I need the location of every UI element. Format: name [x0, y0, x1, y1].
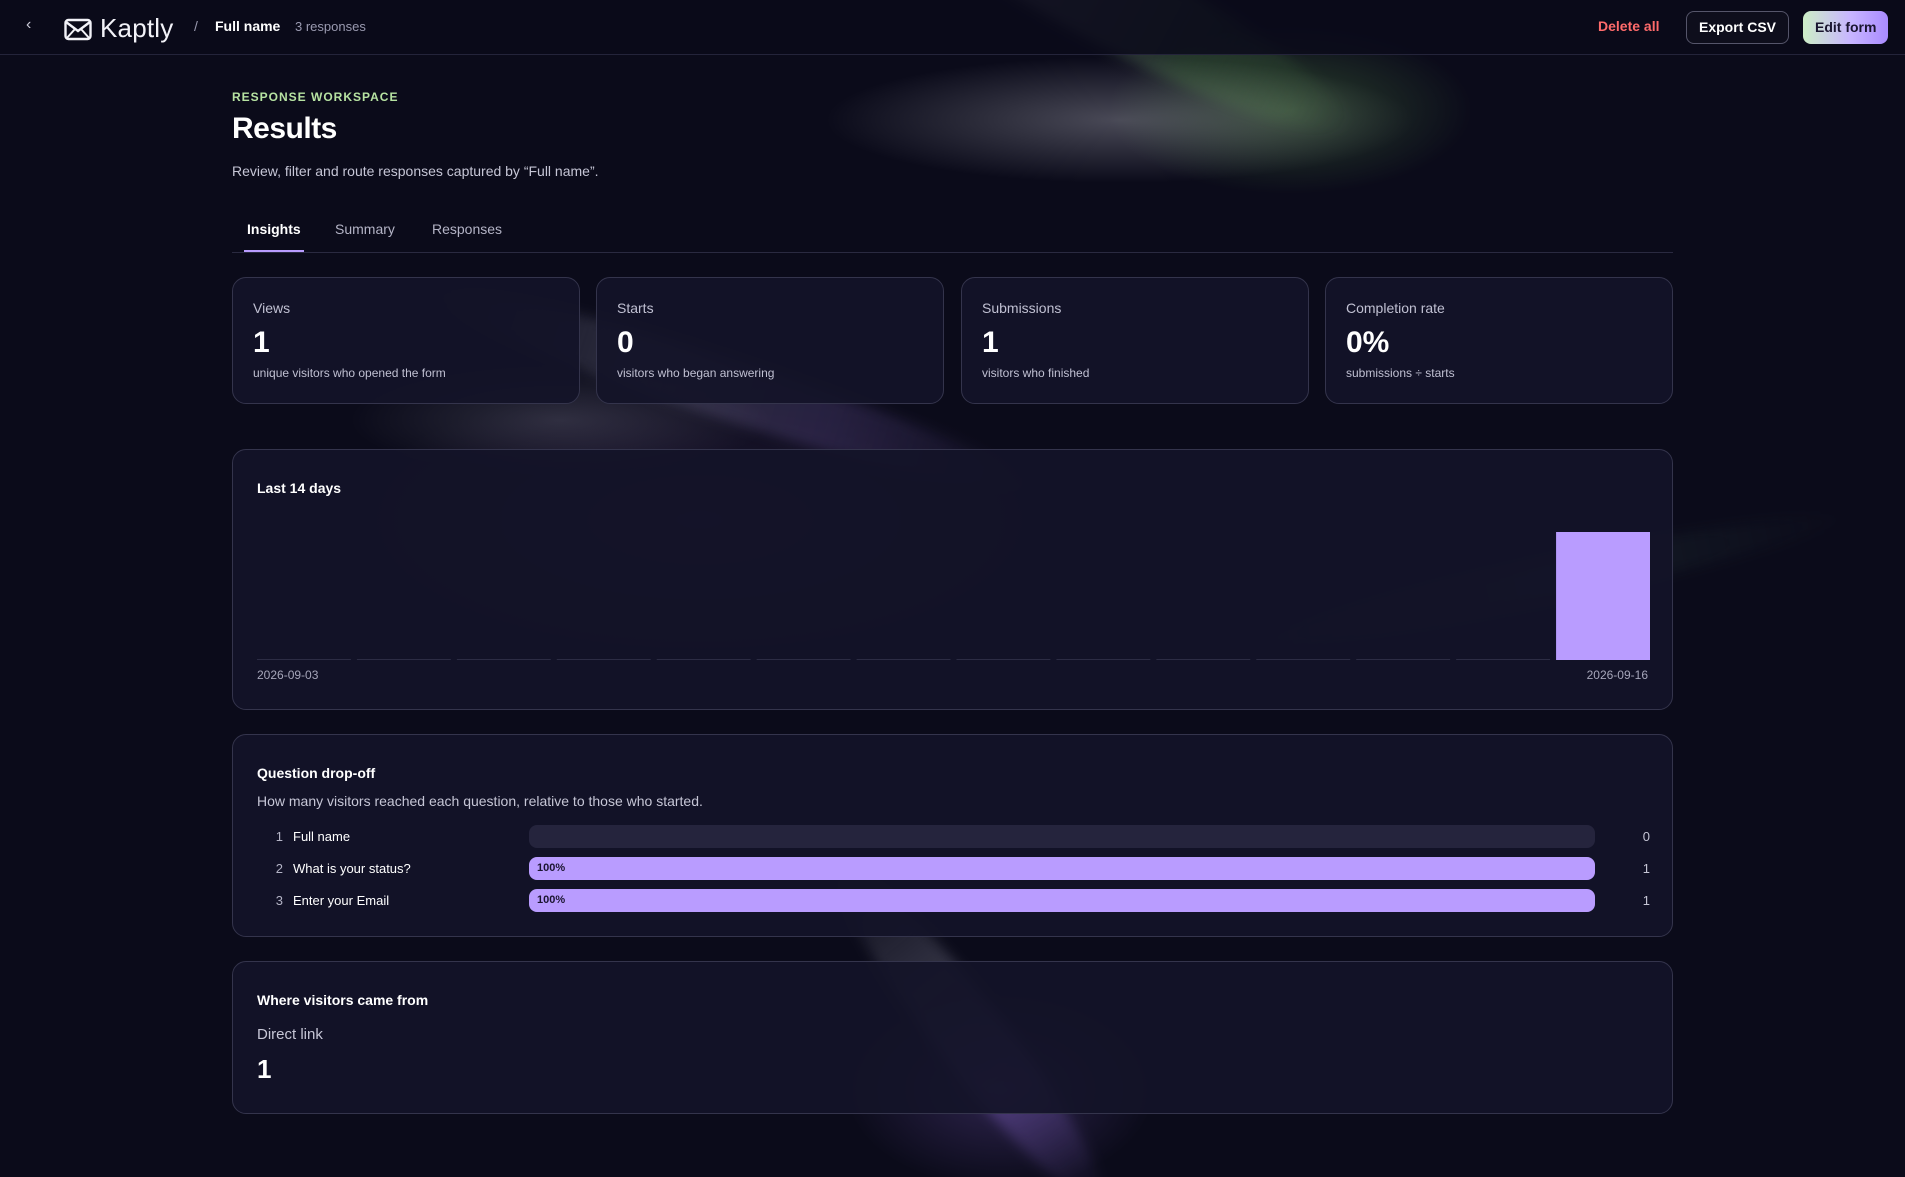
bar-baseline — [1156, 659, 1251, 660]
page-title: Results — [232, 112, 337, 145]
tab-insights[interactable]: Insights — [247, 221, 301, 237]
stat-caption: visitors who began answering — [617, 366, 775, 380]
tab-summary[interactable]: Summary — [335, 221, 395, 237]
chart-bar-2026-09-16[interactable] — [1556, 532, 1650, 660]
dropoff-count: 1 — [1642, 861, 1650, 876]
bar-baseline — [1356, 659, 1451, 660]
stat-value: 0% — [1346, 326, 1390, 359]
dropoff-row: 2 What is your status? 100% 1 — [257, 857, 1650, 881]
stat-card-submissions: Submissions 1 visitors who finished — [961, 277, 1309, 404]
stat-card-starts: Starts 0 visitors who began answering — [596, 277, 944, 404]
stat-caption: unique visitors who opened the form — [253, 366, 446, 380]
question-label: Full name — [293, 829, 351, 844]
dropoff-count: 1 — [1642, 893, 1650, 908]
breadcrumb-form-name[interactable]: Full name — [215, 18, 280, 34]
delete-all-button[interactable]: Delete all — [1598, 18, 1659, 34]
response-count: 3 responses — [295, 19, 366, 34]
dropoff-bar-track: 100% — [529, 857, 1595, 880]
bar-baseline — [356, 659, 451, 660]
x-axis-start-label: 2026-09-03 — [257, 668, 319, 682]
question-number: 1 — [275, 829, 283, 844]
brand-name: Kaptly — [100, 13, 174, 43]
stat-value: 1 — [253, 326, 270, 359]
active-tab-indicator — [244, 250, 304, 252]
bar-baseline — [956, 659, 1051, 660]
question-label: What is your status? — [293, 861, 411, 876]
bar-baseline — [556, 659, 651, 660]
dropoff-bar-fill: 100% — [529, 857, 1595, 880]
dropoff-bar-track: 100% — [529, 889, 1595, 912]
dropoff-title: Question drop-off — [257, 765, 376, 781]
stat-value: 1 — [982, 326, 999, 359]
dropoff-description: How many visitors reached each question,… — [257, 793, 703, 809]
traffic-sources-card: Where visitors came from Direct link 1 — [232, 961, 1673, 1114]
edit-form-button[interactable]: Edit form — [1803, 11, 1889, 44]
stat-label: Starts — [617, 300, 654, 316]
bar-baseline — [257, 659, 351, 660]
question-number: 2 — [275, 861, 283, 876]
bar-baseline — [1256, 659, 1351, 660]
bar-baseline — [856, 659, 951, 660]
dropoff-row: 1 Full name 0 — [257, 825, 1650, 849]
stat-caption: submissions ÷ starts — [1346, 366, 1455, 380]
stat-card-views: Views 1 unique visitors who opened the f… — [232, 277, 580, 404]
kaptly-logo-icon — [64, 18, 92, 40]
bar-baseline — [756, 659, 851, 660]
dropoff-percent: 100% — [537, 894, 566, 906]
tab-responses[interactable]: Responses — [432, 221, 502, 237]
dropoff-row: 3 Enter your Email 100% 1 — [257, 889, 1650, 913]
chart-title: Last 14 days — [257, 480, 342, 496]
question-label: Enter your Email — [293, 893, 390, 908]
bar-baseline — [456, 659, 551, 660]
chevron-left-icon[interactable]: ‹ — [26, 16, 31, 34]
daily-bar-chart — [257, 532, 1650, 660]
bar-baseline — [656, 659, 751, 660]
dropoff-bar-fill: 100% — [529, 889, 1595, 912]
stat-label: Views — [253, 300, 291, 316]
top-bar: ‹ Kaptly / Full name 3 responses Delete … — [0, 0, 1905, 55]
stat-label: Completion rate — [1346, 300, 1445, 316]
x-axis-end-label: 2026-09-16 — [1586, 668, 1648, 682]
dropoff-bar-track — [529, 825, 1595, 848]
stat-caption: visitors who finished — [982, 366, 1090, 380]
stat-label: Submissions — [982, 300, 1062, 316]
stat-value: 0 — [617, 326, 634, 359]
brand-logo[interactable]: Kaptly — [64, 13, 173, 44]
source-label: Direct link — [257, 1026, 323, 1043]
dropoff-count: 0 — [1642, 829, 1650, 844]
bar-baseline — [1056, 659, 1151, 660]
source-value: 1 — [257, 1054, 272, 1084]
sources-title: Where visitors came from — [257, 992, 429, 1008]
question-number: 3 — [275, 893, 283, 908]
page-description: Review, filter and route responses captu… — [232, 163, 599, 179]
page-eyebrow: RESPONSE WORKSPACE — [232, 90, 399, 104]
question-dropoff-card: Question drop-off How many visitors reac… — [232, 734, 1673, 937]
last-14-days-chart-card: Last 14 days 2026-09-03 2026-09-16 — [232, 449, 1673, 710]
export-csv-button[interactable]: Export CSV — [1686, 11, 1790, 44]
results-tabs: Insights Summary Responses — [232, 212, 1673, 253]
breadcrumb-separator: / — [194, 18, 198, 34]
bar-baseline — [1456, 659, 1551, 660]
dropoff-percent: 100% — [537, 862, 566, 874]
stat-card-completion-rate: Completion rate 0% submissions ÷ starts — [1325, 277, 1673, 404]
